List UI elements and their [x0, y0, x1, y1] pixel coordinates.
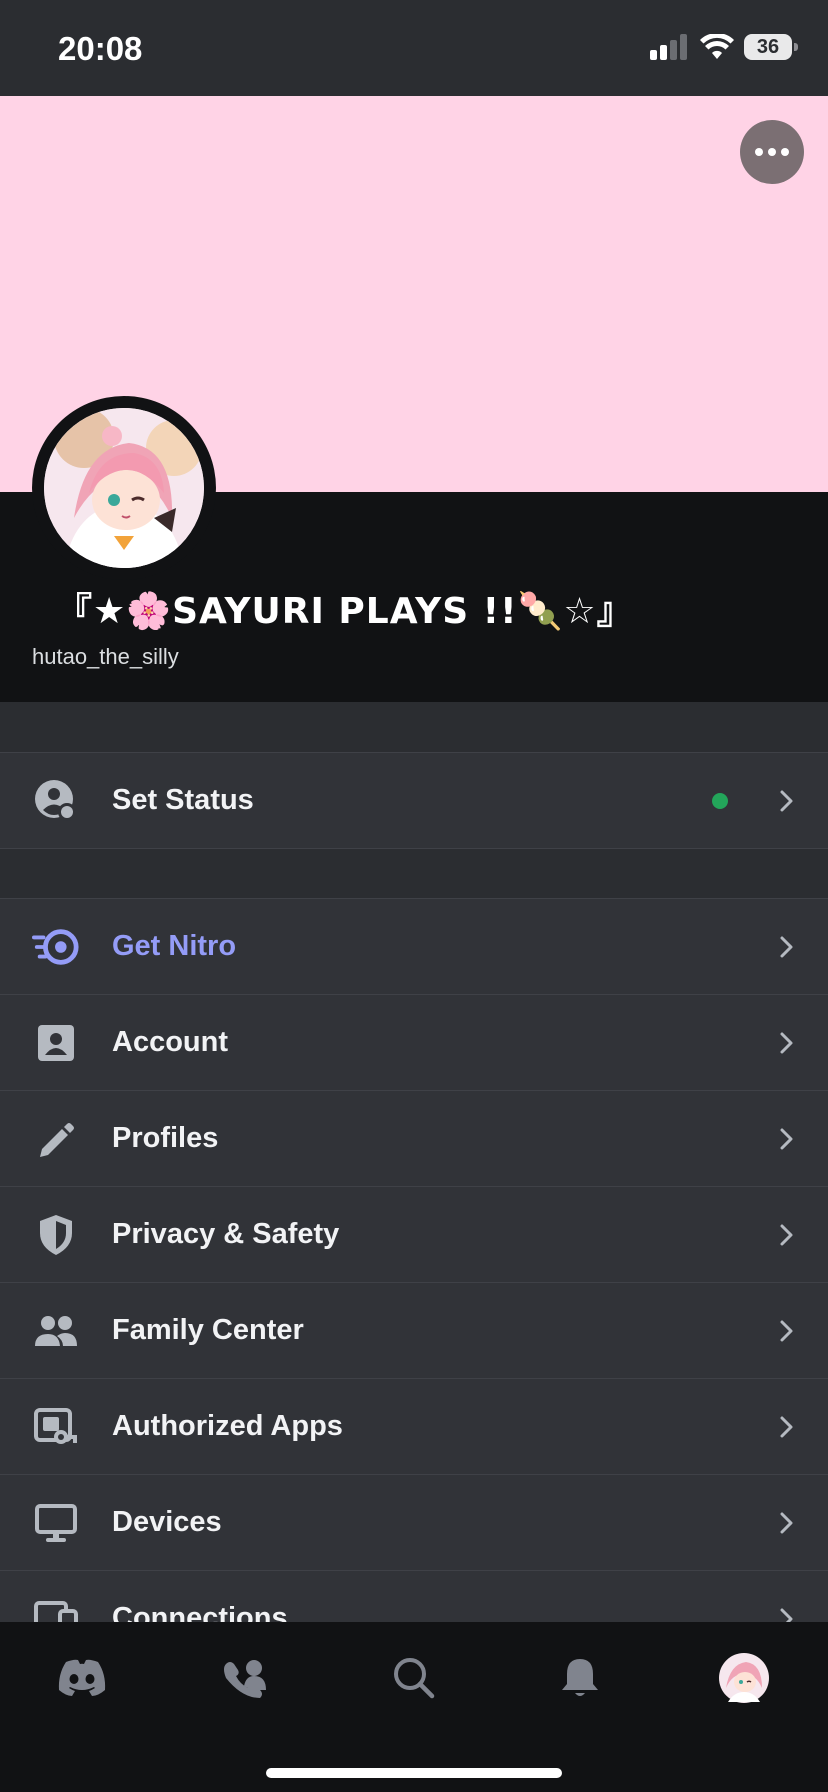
chevron-right-icon — [780, 1320, 793, 1341]
avatar — [44, 408, 204, 568]
apps-key-icon — [32, 1403, 80, 1451]
chevron-right-icon — [780, 936, 793, 957]
wifi-icon — [700, 34, 734, 59]
bell-icon — [562, 1659, 598, 1696]
settings-item-get-nitro[interactable]: Get Nitro — [0, 899, 828, 995]
search-tab[interactable] — [382, 1646, 446, 1710]
home-indicator — [266, 1768, 562, 1778]
settings-item-label: Connections — [112, 1602, 288, 1623]
status-section: Set Status — [0, 752, 828, 849]
chevron-right-icon — [780, 1128, 793, 1149]
settings-item-family-center[interactable]: Family Center — [0, 1283, 828, 1379]
settings-item-devices[interactable]: Devices — [0, 1475, 828, 1571]
notifications-tab[interactable] — [548, 1646, 612, 1710]
settings-item-label: Privacy & Safety — [112, 1218, 340, 1250]
settings-item-label: Get Nitro — [112, 930, 237, 962]
settings-item-connections[interactable]: Connections — [0, 1571, 828, 1623]
chevron-right-icon — [780, 1512, 793, 1533]
online-status-dot — [712, 792, 728, 809]
avatar-image — [44, 408, 204, 568]
settings-item-authorized-apps[interactable]: Authorized Apps — [0, 1379, 828, 1475]
search-icon — [394, 1658, 435, 1699]
username: hutao_the_silly — [32, 644, 179, 669]
settings-item-label: Authorized Apps — [112, 1410, 343, 1442]
chevron-right-icon — [780, 1032, 793, 1053]
bottom-tab-bar — [0, 1622, 828, 1792]
friends-tab[interactable] — [214, 1646, 278, 1710]
status-bar: 20:08 36 — [0, 0, 828, 96]
settings-item-label: Family Center — [112, 1314, 304, 1346]
nitro-icon — [32, 923, 80, 971]
set-status-icon — [32, 777, 80, 825]
set-status-row[interactable]: Set Status — [0, 753, 828, 848]
status-icons: 36 — [650, 34, 798, 60]
settings-item-privacy-safety[interactable]: Privacy & Safety — [0, 1187, 828, 1283]
settings-item-label: Account — [112, 1026, 228, 1058]
home-tab[interactable] — [50, 1646, 114, 1710]
connections-icon — [32, 1595, 80, 1623]
set-status-label: Set Status — [112, 784, 254, 816]
friends-icon — [224, 1660, 266, 1698]
signal-icon — [650, 34, 687, 60]
chevron-right-icon — [780, 1608, 793, 1623]
shield-icon — [32, 1211, 80, 1259]
pencil-icon — [32, 1115, 80, 1163]
settings-item-account[interactable]: Account — [0, 995, 828, 1091]
settings-item-label: Profiles — [112, 1122, 219, 1154]
display-name: 『★🌸SAYURI PLAYS !!🍡☆』 — [56, 591, 634, 632]
monitor-icon — [32, 1499, 80, 1547]
family-icon — [32, 1307, 80, 1355]
status-time: 20:08 — [58, 30, 143, 67]
chevron-right-icon — [780, 1416, 793, 1437]
settings-item-profiles[interactable]: Profiles — [0, 1091, 828, 1187]
more-options-button[interactable] — [740, 120, 804, 184]
account-icon — [32, 1019, 80, 1067]
avatar-button[interactable] — [32, 396, 216, 580]
avatar-small — [719, 1653, 769, 1703]
discord-logo-icon — [58, 1659, 106, 1696]
chevron-right-icon — [780, 790, 793, 811]
battery-indicator: 36 — [744, 34, 798, 60]
chevron-right-icon — [780, 1224, 793, 1245]
profile-tab[interactable] — [712, 1646, 776, 1710]
settings-item-label: Devices — [112, 1506, 222, 1538]
settings-section: Get Nitro Account Profiles Privacy & Saf… — [0, 898, 828, 1623]
more-dots-icon — [755, 148, 789, 156]
